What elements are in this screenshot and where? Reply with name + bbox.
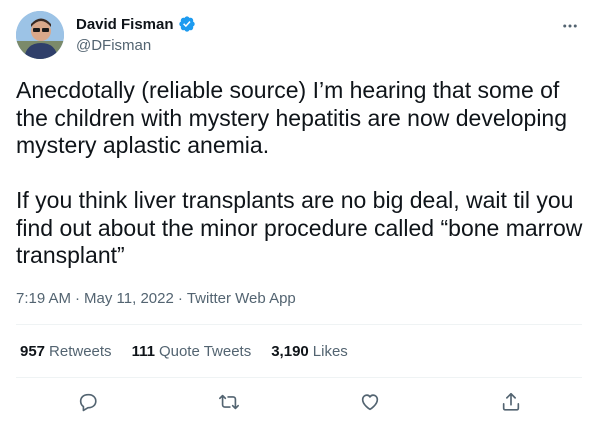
tweet-actions — [0, 389, 598, 415]
divider — [16, 377, 582, 378]
tweet-stats: 957 Retweets 111 Quote Tweets 3,190 Likes — [20, 343, 368, 360]
tweet-time[interactable]: 7:19 AM — [16, 290, 71, 307]
verified-badge-icon — [178, 15, 196, 33]
likes-count: 3,190 — [271, 343, 309, 360]
likes-label: Likes — [312, 343, 348, 360]
reply-icon — [79, 393, 97, 412]
like-button[interactable] — [357, 389, 383, 415]
quotes-count: 111 — [131, 343, 155, 360]
share-icon — [502, 392, 520, 411]
author-name[interactable]: David Fisman — [76, 16, 174, 33]
meta-separator: · — [177, 290, 183, 307]
person-photo-avatar-icon — [16, 11, 64, 59]
more-options-icon[interactable] — [560, 16, 580, 36]
meta-separator: · — [75, 290, 81, 307]
tweet-meta: 7:19 AM · May 11, 2022 · Twitter Web App — [16, 290, 296, 307]
reply-button[interactable] — [75, 389, 101, 415]
tweet-date[interactable]: May 11, 2022 — [84, 290, 174, 307]
divider — [16, 324, 582, 325]
quotes-label: Quote Tweets — [158, 343, 252, 360]
retweets-count: 957 — [20, 343, 46, 360]
author-name-row[interactable]: David Fisman — [76, 15, 196, 33]
quotes-stat[interactable]: 111 Quote Tweets — [132, 343, 252, 360]
retweet-button[interactable] — [216, 389, 242, 415]
tweet-source[interactable]: Twitter Web App — [187, 290, 296, 307]
retweets-label: Retweets — [49, 343, 112, 360]
retweets-stat[interactable]: 957 Retweets — [20, 343, 112, 360]
share-button[interactable] — [498, 389, 524, 415]
like-icon — [361, 394, 379, 411]
likes-stat[interactable]: 3,190 Likes — [271, 343, 348, 360]
author-handle[interactable]: @DFisman — [76, 37, 151, 54]
avatar[interactable] — [16, 11, 64, 59]
retweet-icon — [219, 394, 239, 410]
tweet-text: Anecdotally (reliable source) I’m hearin… — [16, 77, 583, 268]
